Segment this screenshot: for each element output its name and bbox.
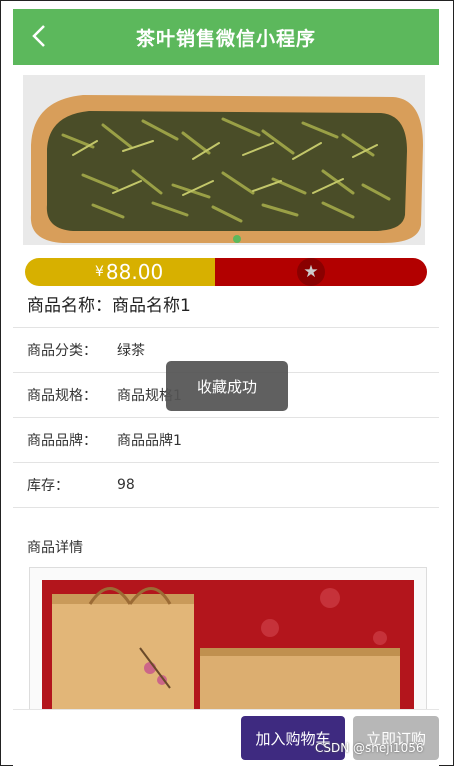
attribute-value: 商品品牌1 bbox=[117, 433, 182, 449]
currency-symbol: ¥ bbox=[95, 264, 104, 280]
attribute-value: 98 bbox=[117, 477, 135, 493]
tea-leaves-image bbox=[23, 75, 425, 245]
detail-section-title: 商品详情 bbox=[27, 540, 83, 556]
carousel-indicator-dot[interactable] bbox=[233, 235, 241, 243]
price-value: 88.00 bbox=[105, 260, 164, 284]
price-bar: ¥ 88.00 ★ bbox=[25, 258, 427, 286]
product-image-carousel[interactable] bbox=[23, 75, 425, 245]
app-frame: 茶叶销售微信小程序 ¥ 88.00 ★ 商品名称：商品名称1 商品分类： 绿茶 … bbox=[0, 0, 454, 766]
attribute-key: 商品分类： bbox=[27, 343, 97, 359]
attribute-key: 商品规格： bbox=[27, 388, 97, 404]
attribute-row-stock: 库存： 98 bbox=[13, 462, 439, 508]
page-title: 茶叶销售微信小程序 bbox=[135, 27, 316, 50]
product-name-value: 商品名称1 bbox=[112, 296, 191, 316]
gift-box-image bbox=[42, 580, 414, 709]
watermark: CSDN @sheji1056 bbox=[315, 741, 424, 755]
back-button[interactable] bbox=[27, 23, 53, 49]
product-detail-image bbox=[29, 567, 427, 709]
attribute-key: 商品品牌： bbox=[27, 433, 97, 449]
price-display: ¥ 88.00 bbox=[25, 258, 215, 286]
product-name-label: 商品名称： bbox=[27, 296, 112, 316]
star-icon: ★ bbox=[303, 262, 319, 282]
favorite-button[interactable]: ★ bbox=[297, 258, 325, 286]
toast-message: 收藏成功 bbox=[166, 361, 288, 411]
product-name: 商品名称：商品名称1 bbox=[27, 291, 191, 316]
attribute-value: 绿茶 bbox=[117, 343, 145, 359]
favorite-area: ★ bbox=[215, 258, 427, 286]
bottom-action-bar: 加入购物车 立即订购 bbox=[13, 709, 439, 766]
chevron-left-icon bbox=[32, 25, 45, 47]
attribute-row-brand: 商品品牌： 商品品牌1 bbox=[13, 417, 439, 462]
attribute-key: 库存： bbox=[27, 478, 69, 494]
nav-bar: 茶叶销售微信小程序 bbox=[13, 9, 439, 65]
